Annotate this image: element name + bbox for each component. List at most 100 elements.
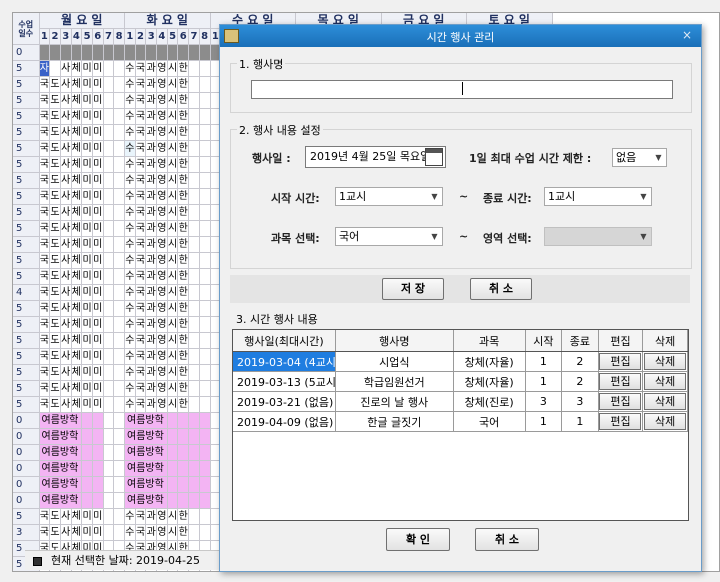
timetable-cell[interactable]: 국 bbox=[135, 76, 147, 93]
timetable-cell[interactable]: 미 bbox=[92, 220, 104, 237]
timetable-cell[interactable] bbox=[103, 172, 115, 189]
timetable-cell[interactable] bbox=[188, 220, 200, 237]
timetable-cell[interactable]: 국 bbox=[135, 252, 147, 269]
timetable-cell[interactable]: 사 bbox=[60, 236, 72, 253]
timetable-cell[interactable]: 사 bbox=[60, 220, 72, 237]
subject-select[interactable]: 국어 ▼ bbox=[335, 227, 443, 246]
timetable-cell[interactable] bbox=[81, 444, 93, 461]
timetable-cell[interactable]: 도 bbox=[49, 156, 61, 173]
timetable-cell[interactable]: 국 bbox=[135, 140, 147, 157]
timetable-cell[interactable] bbox=[199, 108, 211, 125]
timetable-cell[interactable] bbox=[92, 492, 104, 509]
timetable-cell[interactable]: 과 bbox=[145, 92, 158, 109]
timetable-cell[interactable]: 체 bbox=[71, 124, 83, 141]
dialog-titlebar[interactable]: 시간 행사 관리 × bbox=[220, 25, 701, 47]
timetable-cell[interactable]: 사 bbox=[60, 524, 72, 541]
timetable-cell[interactable]: 수 bbox=[124, 508, 136, 525]
timetable-cell[interactable]: 과 bbox=[145, 268, 158, 285]
timetable-cell[interactable]: 한 bbox=[177, 108, 190, 125]
timetable-cell[interactable] bbox=[199, 156, 211, 173]
timetable-cell[interactable]: 미 bbox=[81, 220, 93, 237]
timetable-cell[interactable]: 미 bbox=[81, 396, 93, 413]
timetable-cell[interactable] bbox=[113, 252, 125, 269]
timetable-cell[interactable]: 도 bbox=[49, 524, 61, 541]
timetable-cell[interactable]: 미 bbox=[81, 380, 93, 397]
timetable-cell[interactable]: 여름방학 bbox=[124, 428, 168, 445]
timetable-cell[interactable]: 도 bbox=[49, 364, 61, 381]
timetable-cell[interactable]: 수 bbox=[124, 140, 136, 157]
timetable-cell[interactable]: 국 bbox=[135, 316, 147, 333]
timetable-cell[interactable]: 영 bbox=[156, 396, 168, 413]
timetable-cell[interactable] bbox=[103, 444, 115, 461]
timetable-cell[interactable] bbox=[188, 364, 200, 381]
timetable-cell[interactable] bbox=[103, 364, 115, 381]
timetable-cell[interactable] bbox=[145, 44, 158, 61]
timetable-cell[interactable] bbox=[113, 348, 125, 365]
edit-button[interactable]: 편집 bbox=[599, 413, 642, 430]
timetable-cell[interactable]: 국 bbox=[39, 380, 51, 397]
timetable-cell[interactable]: 체 bbox=[71, 380, 83, 397]
timetable-cell[interactable] bbox=[103, 124, 115, 141]
timetable-cell[interactable] bbox=[188, 188, 200, 205]
timetable-cell[interactable] bbox=[199, 476, 211, 493]
delete-button[interactable]: 삭제 bbox=[644, 413, 687, 430]
delete-button[interactable]: 삭제 bbox=[644, 353, 687, 370]
timetable-cell[interactable]: 미 bbox=[81, 300, 93, 317]
timetable-cell[interactable]: 도 bbox=[49, 172, 61, 189]
timetable-cell[interactable]: 한 bbox=[177, 396, 190, 413]
timetable-cell[interactable]: 국 bbox=[135, 380, 147, 397]
timetable-cell[interactable]: 국 bbox=[135, 60, 147, 77]
timetable-cell[interactable]: 국 bbox=[135, 524, 147, 541]
timetable-cell[interactable] bbox=[167, 44, 179, 61]
timetable-cell[interactable]: 도 bbox=[49, 268, 61, 285]
timetable-cell[interactable] bbox=[103, 268, 115, 285]
timetable-cell[interactable] bbox=[103, 108, 115, 125]
timetable-cell[interactable]: 사 bbox=[60, 124, 72, 141]
timetable-cell[interactable]: 도 bbox=[49, 380, 61, 397]
timetable-cell[interactable]: 여름방학 bbox=[39, 428, 83, 445]
timetable-cell[interactable]: 수 bbox=[124, 60, 136, 77]
timetable-cell[interactable]: 미 bbox=[81, 124, 93, 141]
timetable-cell[interactable] bbox=[199, 444, 211, 461]
timetable-cell[interactable]: 사 bbox=[60, 380, 72, 397]
timetable-cell[interactable]: 체 bbox=[71, 396, 83, 413]
timetable-cell[interactable] bbox=[103, 412, 115, 429]
timetable-cell[interactable] bbox=[103, 60, 115, 77]
timetable-cell[interactable] bbox=[188, 492, 200, 509]
timetable-cell[interactable] bbox=[113, 204, 125, 221]
timetable-cell[interactable] bbox=[103, 156, 115, 173]
timetable-cell[interactable] bbox=[103, 284, 115, 301]
timetable-cell[interactable]: 국 bbox=[39, 108, 51, 125]
calendar-icon[interactable] bbox=[425, 148, 443, 166]
timetable-cell[interactable] bbox=[113, 364, 125, 381]
timetable-cell[interactable]: 국 bbox=[135, 284, 147, 301]
timetable-cell[interactable] bbox=[81, 476, 93, 493]
timetable-cell[interactable]: 도 bbox=[49, 124, 61, 141]
timetable-cell[interactable] bbox=[177, 444, 190, 461]
timetable-cell[interactable]: 체 bbox=[71, 284, 83, 301]
timetable-cell[interactable]: 영 bbox=[156, 172, 168, 189]
timetable-cell[interactable] bbox=[135, 44, 147, 61]
timetable-cell[interactable]: 체 bbox=[71, 108, 83, 125]
timetable-cell[interactable]: 수 bbox=[124, 316, 136, 333]
timetable-cell[interactable]: 과 bbox=[145, 76, 158, 93]
timetable-cell[interactable]: 체 bbox=[71, 188, 83, 205]
timetable-cell[interactable]: 시 bbox=[167, 188, 179, 205]
timetable-cell[interactable]: 도 bbox=[49, 108, 61, 125]
timetable-cell[interactable] bbox=[199, 124, 211, 141]
timetable-cell[interactable]: 미 bbox=[92, 524, 104, 541]
timetable-cell[interactable]: 시 bbox=[167, 124, 179, 141]
timetable-cell[interactable] bbox=[199, 268, 211, 285]
timetable-cell[interactable] bbox=[156, 44, 168, 61]
timetable-cell[interactable]: 과 bbox=[145, 140, 158, 157]
timetable-cell[interactable]: 사 bbox=[60, 364, 72, 381]
timetable-cell[interactable]: 수 bbox=[124, 76, 136, 93]
timetable-cell[interactable]: 과 bbox=[145, 524, 158, 541]
timetable-cell[interactable] bbox=[103, 348, 115, 365]
timetable-cell[interactable] bbox=[199, 284, 211, 301]
timetable-cell[interactable] bbox=[113, 332, 125, 349]
timetable-cell[interactable]: 시 bbox=[167, 332, 179, 349]
delete-button[interactable]: 삭제 bbox=[644, 393, 687, 410]
timetable-cell[interactable]: 도 bbox=[49, 284, 61, 301]
timetable-cell[interactable] bbox=[199, 60, 211, 77]
